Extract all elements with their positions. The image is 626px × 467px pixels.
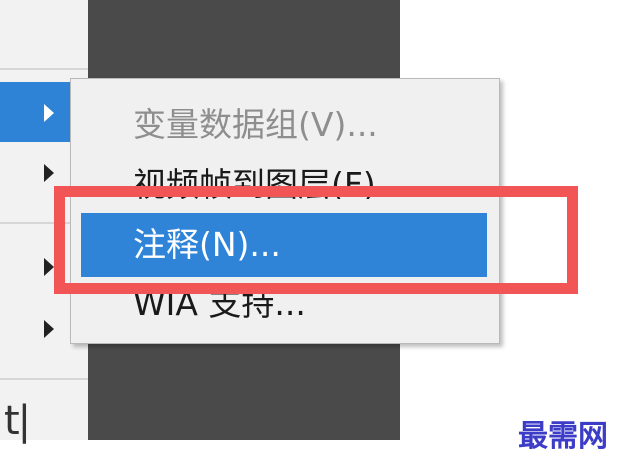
submenu-arrow-icon bbox=[44, 258, 54, 276]
menu-item-label: WIA 支持... bbox=[133, 291, 306, 323]
parent-menu-item-selected[interactable] bbox=[0, 82, 76, 142]
menu-item-variable-data-sets: 变量数据组(V)... bbox=[81, 93, 487, 157]
menu-item-wia-support[interactable]: WIA 支持... bbox=[81, 291, 487, 331]
submenu-arrow-icon bbox=[44, 320, 54, 338]
watermark-logo: 最需网 bbox=[518, 419, 608, 454]
annotation-highlight-box bbox=[54, 186, 578, 294]
menu-item-label: 变量数据组(V)... bbox=[133, 105, 378, 144]
menu-separator bbox=[0, 378, 88, 380]
submenu-arrow-icon bbox=[44, 164, 54, 182]
parent-menu-truncated-text: t| bbox=[4, 398, 31, 444]
menu-separator bbox=[0, 68, 88, 70]
submenu-arrow-icon bbox=[44, 104, 54, 122]
